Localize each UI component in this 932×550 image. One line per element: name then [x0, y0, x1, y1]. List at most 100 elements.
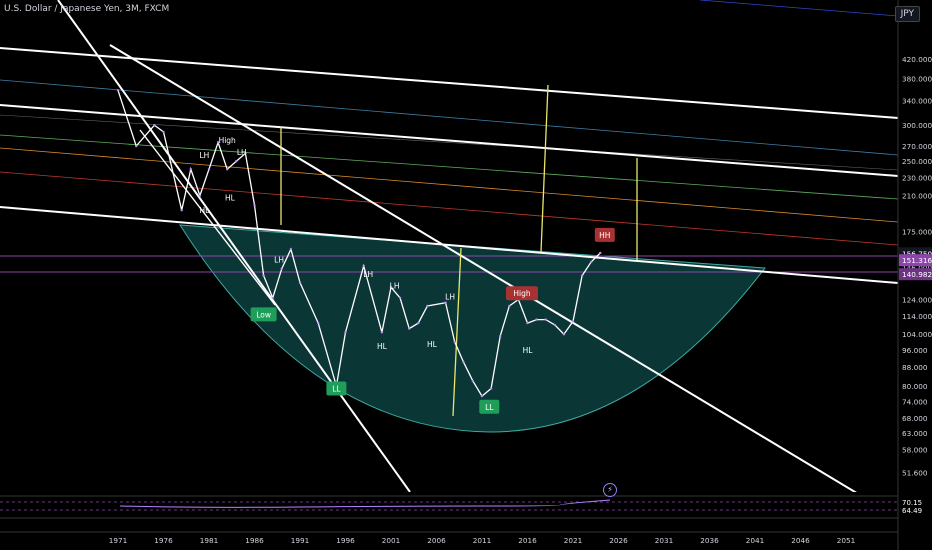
time-tick-label: 2031	[655, 536, 674, 545]
price-tick-label: 124.000	[902, 296, 932, 305]
time-tick-label: 1991	[291, 536, 310, 545]
annotation-hl: HL	[427, 340, 438, 349]
time-axis[interactable]: 1971 1976 1981 1986 1991 1996 2001 2006 2011 2016…	[0, 531, 898, 545]
price-point	[180, 209, 183, 212]
time-tick-label: 2006	[427, 536, 446, 545]
price-point	[235, 160, 238, 163]
price-point	[590, 260, 593, 264]
annotation-lh: LH	[363, 270, 373, 279]
price-point	[408, 327, 411, 330]
price-tick-label: 210.000	[902, 192, 932, 201]
annotation-lh: LH	[445, 292, 455, 301]
time-tick-label: 2021	[564, 536, 583, 545]
channel-line-orange	[0, 147, 898, 223]
annotation-low: Low	[256, 310, 271, 319]
price-tick-label: 74.000	[902, 397, 928, 406]
level-1-label: 151.316	[902, 256, 932, 265]
annotation-ll: LL	[332, 385, 341, 394]
annotation-lh: LH	[274, 255, 284, 264]
price-point	[380, 331, 384, 334]
price-tick-label: 270.000	[902, 142, 932, 151]
price-tick-label: 63.000	[902, 429, 928, 438]
price-point	[553, 323, 556, 327]
price-tick-label: 68.000	[902, 414, 928, 423]
time-tick-label: 2016	[518, 536, 537, 545]
price-point	[153, 124, 156, 127]
price-point	[362, 264, 365, 268]
annotation-lh: LH	[390, 282, 400, 291]
price-point	[207, 168, 211, 171]
channel-line-blue	[0, 79, 898, 156]
price-point	[116, 89, 120, 92]
price-tick-label: 340.000	[902, 97, 932, 106]
annotation-hl: HL	[523, 346, 534, 355]
price-tick-label: 104.000	[902, 330, 932, 339]
price-point	[571, 320, 575, 323]
oscillator-value-2: 64.49	[902, 507, 922, 515]
price-point	[499, 334, 502, 338]
price-point	[253, 204, 256, 207]
price-point	[526, 321, 529, 325]
price-point	[453, 340, 456, 344]
annotation-hl: HL	[199, 206, 210, 215]
price-point	[135, 144, 138, 148]
price-tick-label: 230.000	[902, 174, 932, 183]
price-point	[508, 304, 511, 308]
price-tick-label: 420.000	[902, 55, 932, 64]
time-tick-label: 2001	[382, 536, 401, 545]
level-2-label: 140.982	[902, 270, 932, 279]
currency-button[interactable]: JPY	[894, 6, 920, 22]
price-point	[280, 267, 283, 270]
time-tick-label: 2036	[700, 536, 719, 545]
price-point	[562, 333, 566, 336]
annotation-hl: HL	[377, 342, 388, 351]
time-tick-label: 1981	[200, 536, 219, 545]
time-tick-label: 1996	[336, 536, 355, 545]
oscillator-value-1: 70.15	[902, 499, 922, 507]
time-tick-label: 2026	[609, 536, 628, 545]
price-point	[580, 274, 584, 277]
price-point	[198, 194, 202, 197]
price-tick-label: 80.000	[902, 382, 928, 391]
annotation-high: High	[219, 136, 236, 145]
price-tick-label: 96.000	[902, 346, 928, 355]
annotation-hl: HL	[225, 193, 236, 202]
price-tick-label: 380.000	[902, 75, 932, 84]
time-tick-label: 2041	[746, 536, 765, 545]
annotation-lh: LH	[237, 148, 247, 157]
price-point	[471, 379, 475, 383]
price-point	[426, 304, 429, 308]
price-tick-label: 175.000	[902, 228, 932, 237]
price-point	[480, 394, 484, 398]
time-tick-label: 2046	[791, 536, 810, 545]
price-point	[262, 274, 265, 277]
price-point	[344, 331, 347, 334]
oscillator-line	[119, 499, 611, 508]
price-tick-label: 300.000	[902, 121, 932, 130]
time-tick-label: 1971	[109, 536, 128, 545]
price-point	[271, 296, 274, 300]
oscillator-pane	[0, 495, 898, 519]
price-point	[162, 130, 165, 134]
channel-line-top-blue	[699, 0, 898, 17]
event-marker-icon[interactable]: ⚡	[603, 483, 617, 497]
channel-line-green	[0, 134, 898, 200]
price-tick-label: 58.000	[902, 445, 928, 454]
price-point	[298, 281, 302, 284]
symbol-title: U.S. Dollar / Japanese Yen, 3M, FXCM	[4, 4, 170, 14]
time-tick-label: 2011	[473, 536, 492, 545]
price-tick-label: 114.000	[902, 312, 932, 321]
price-tick-label: 88.000	[902, 363, 928, 372]
price-point	[462, 361, 465, 364]
usdjpy-chart[interactable]: HighLH LHLHLHLHLHHLHLHL HLHLLowLLLLHighHH …	[0, 0, 932, 550]
annotation-lh: LH	[199, 151, 209, 160]
price-point	[489, 387, 493, 390]
price-tick-label: 250.000	[902, 157, 932, 166]
price-point	[444, 301, 447, 304]
price-axis[interactable]: 420.000 380.000 340.000 300.000 270.000 250.0…	[897, 0, 932, 550]
price-point	[535, 318, 538, 321]
projection-line-3	[540, 84, 549, 253]
price-point	[189, 168, 192, 171]
price-tick-label: 51.600	[902, 469, 928, 478]
price-point	[599, 251, 602, 255]
